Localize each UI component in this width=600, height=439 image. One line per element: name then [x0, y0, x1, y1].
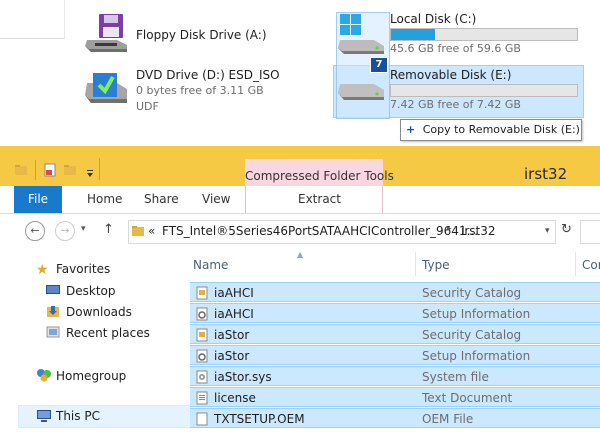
local-disk-usage-fill [391, 29, 435, 40]
setup-info-icon [195, 349, 209, 363]
forward-button[interactable]: → [55, 221, 75, 241]
tab-view[interactable]: View [202, 186, 230, 213]
homegroup-icon [36, 368, 52, 382]
downloads-icon [46, 304, 60, 318]
file-name: iaStor [214, 349, 250, 363]
context-group-label: Compressed Folder Tools [245, 169, 394, 183]
tab-file[interactable]: File [14, 186, 62, 213]
tab-home[interactable]: Home [87, 186, 122, 213]
this-pc-icon [36, 410, 52, 422]
drag-item-count-badge: 7 [370, 57, 388, 73]
file-type: Security Catalog [422, 328, 522, 342]
floppy-drive-label[interactable]: Floppy Disk Drive (A:) [136, 28, 267, 42]
dvd-free-space: 0 bytes free of 3.11 GB [136, 84, 264, 97]
table-row[interactable]: iaStor Setup Information [190, 345, 600, 365]
column-header-type[interactable]: Type [422, 258, 450, 272]
file-type: Setup Information [422, 349, 531, 363]
text-file-icon [195, 391, 209, 405]
file-name: iaAHCI [214, 286, 254, 300]
column-header-compressed-size[interactable]: Cor [582, 258, 600, 272]
address-segment-parent[interactable]: FTS_Intel®5Series46PortSATAAHCIControlle… [162, 224, 478, 238]
file-name: iaAHCI [214, 307, 254, 321]
nav-desktop[interactable]: Desktop [66, 281, 116, 301]
toolbar-divider [99, 158, 100, 180]
customize-toolbar-chevron-icon[interactable] [85, 167, 95, 177]
file-type: Text Document [422, 391, 513, 405]
file-type: OEM File [422, 412, 474, 426]
catalog-icon [195, 286, 209, 300]
setup-info-icon [195, 307, 209, 321]
nav-this-pc[interactable]: This PC [56, 406, 100, 426]
dvd-filesystem: UDF [136, 100, 159, 113]
local-disk-label[interactable]: Local Disk (C:) [390, 12, 476, 26]
top-left-pane-edge [0, 0, 65, 39]
local-disk-icon[interactable] [336, 12, 386, 60]
up-button[interactable]: ↑ [103, 222, 114, 237]
folder-icon[interactable] [14, 163, 28, 177]
tab-share[interactable]: Share [144, 186, 179, 213]
recent-places-icon [46, 325, 60, 339]
floppy-drive-icon[interactable] [83, 12, 129, 56]
address-segment-current[interactable]: irst32 [461, 224, 496, 238]
removable-disk-label[interactable]: Removable Disk (E:) [390, 68, 511, 82]
drag-copy-tooltip-text: Copy to Removable Disk (E:) [422, 123, 580, 136]
catalog-icon [195, 328, 209, 342]
blank-file-icon [195, 412, 209, 426]
removable-disk-icon[interactable] [336, 74, 386, 110]
sort-indicator-icon: ▲ [297, 250, 304, 259]
column-header-name[interactable]: Name [193, 258, 228, 272]
file-type: System file [422, 370, 489, 384]
plus-icon: + [406, 123, 416, 136]
back-button[interactable]: ← [25, 221, 45, 241]
star-icon: ★ [36, 262, 49, 278]
table-row[interactable]: iaStor.sys System file [190, 366, 600, 386]
address-overflow[interactable]: « [148, 224, 155, 238]
file-type: Security Catalog [422, 286, 522, 300]
table-row[interactable]: TXTSETUP.OEM OEM File [190, 408, 600, 428]
file-name: license [214, 391, 256, 405]
system-file-icon [195, 370, 209, 384]
properties-icon[interactable] [43, 163, 57, 177]
new-folder-icon[interactable] [63, 163, 77, 177]
dvd-drive-label[interactable]: DVD Drive (D:) ESD_ISO [136, 68, 280, 82]
table-row[interactable]: iaAHCI Security Catalog [190, 282, 600, 302]
local-disk-free-space: 45.6 GB free of 59.6 GB [390, 42, 521, 55]
removable-disk-free-space: 7.42 GB free of 7.42 GB [390, 98, 521, 111]
file-name: iaStor.sys [214, 370, 272, 384]
nav-homegroup[interactable]: Homegroup [56, 366, 126, 386]
table-row[interactable]: license Text Document [190, 387, 600, 407]
local-disk-usage-bar [390, 28, 578, 41]
file-name: TXTSETUP.OEM [214, 412, 305, 426]
nav-recent-places[interactable]: Recent places [66, 323, 150, 343]
address-folder-icon [131, 224, 145, 238]
recent-locations-chevron-icon[interactable]: ▾ [81, 224, 86, 234]
window-title: irst32 [524, 165, 568, 183]
column-divider[interactable] [415, 252, 416, 276]
file-name: iaStor [214, 328, 250, 342]
search-input[interactable] [580, 220, 600, 244]
nav-favorites[interactable]: Favorites [56, 259, 110, 279]
tab-extract[interactable]: Extract [298, 186, 341, 213]
file-type: Setup Information [422, 307, 531, 321]
drag-copy-tooltip: + Copy to Removable Disk (E:) [400, 119, 582, 141]
dvd-drive-icon[interactable] [83, 67, 129, 109]
removable-disk-usage-bar [390, 84, 578, 97]
address-history-chevron-icon[interactable]: ▾ [545, 226, 550, 236]
up-arrow-icon: ↑ [103, 222, 114, 237]
refresh-icon[interactable]: ↻ [561, 222, 572, 237]
address-separator-chevron-icon[interactable]: ▸ [447, 224, 452, 234]
table-row[interactable]: iaStor Security Catalog [190, 324, 600, 344]
desktop-icon [46, 284, 60, 296]
table-row[interactable]: iaAHCI Setup Information [190, 303, 600, 323]
column-divider[interactable] [575, 252, 576, 276]
back-arrow-icon: ← [30, 224, 40, 237]
ribbon-bottom-divider [0, 213, 600, 214]
nav-downloads[interactable]: Downloads [66, 302, 132, 322]
toolbar-divider [35, 160, 36, 180]
forward-arrow-icon: → [60, 224, 70, 237]
